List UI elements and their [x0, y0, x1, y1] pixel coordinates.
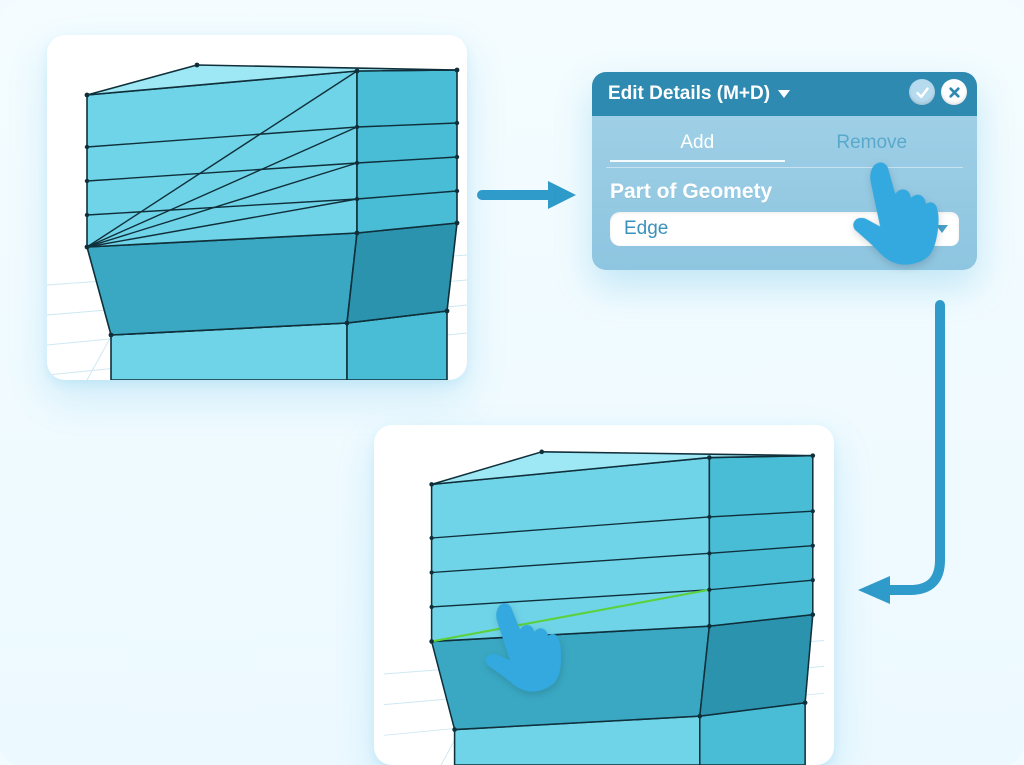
dropdown-value: Edge — [610, 212, 917, 246]
arrow-to-panel — [478, 175, 578, 215]
viewport-before — [47, 35, 467, 380]
tab-remove-label: Remove — [836, 132, 907, 153]
arrow-to-result — [850, 300, 990, 620]
viewport-after — [374, 425, 834, 765]
tab-remove[interactable]: Remove — [785, 126, 960, 162]
collapse-icon — [778, 90, 790, 98]
edit-details-panel: Edit Details (M+D) Add Remove — [592, 72, 977, 270]
dropdown-toggle[interactable] — [925, 212, 959, 246]
geometry-part-dropdown[interactable]: Edge — [610, 212, 959, 246]
tutorial-stage: Edit Details (M+D) Add Remove — [0, 0, 1024, 765]
tabs: Add Remove — [610, 126, 959, 162]
tab-add[interactable]: Add — [610, 126, 785, 162]
close-button[interactable] — [941, 79, 967, 105]
section-label: Part of Geomety — [610, 180, 959, 204]
confirm-button[interactable] — [909, 79, 935, 105]
panel-header[interactable]: Edit Details (M+D) — [592, 72, 977, 116]
tab-add-label: Add — [680, 132, 714, 153]
chevron-down-icon — [936, 225, 948, 233]
panel-title: Edit Details (M+D) — [608, 83, 770, 105]
